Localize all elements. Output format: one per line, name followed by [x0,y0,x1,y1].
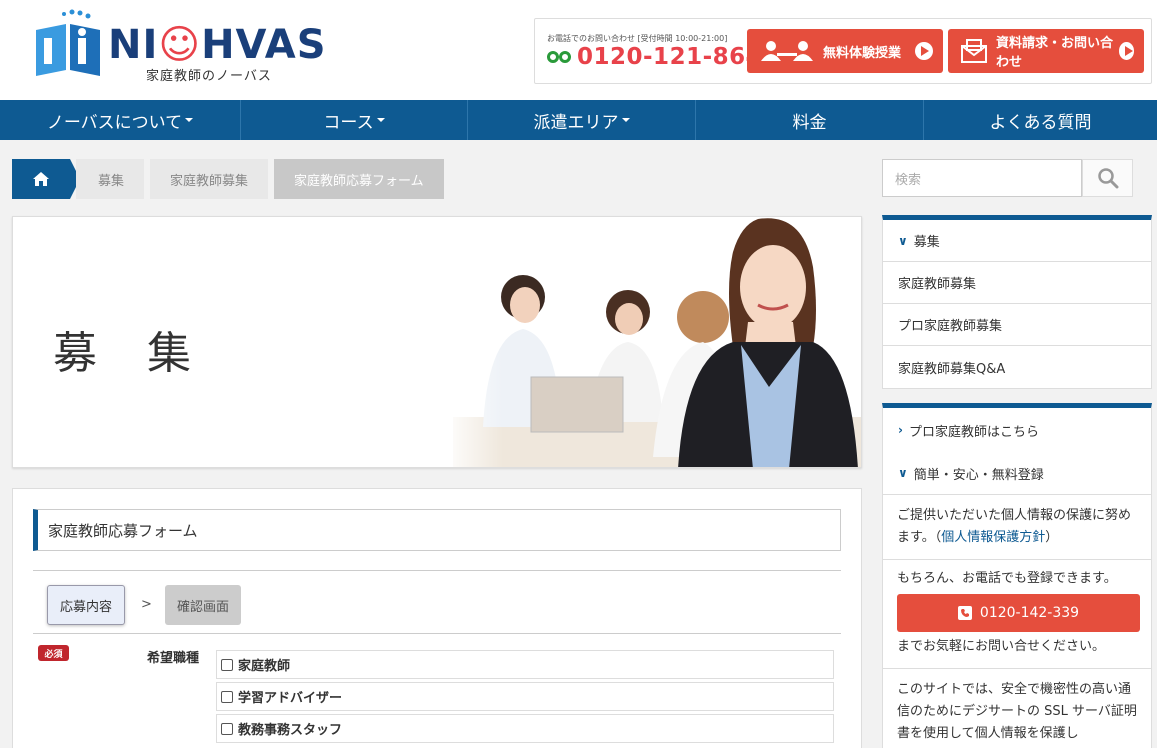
breadcrumb-home[interactable] [12,159,80,199]
search-input[interactable]: 検索 [882,159,1082,197]
caret-down-icon [185,118,194,122]
sidebar-menu-heading[interactable]: ∨ 募集 [883,220,1151,262]
sidebar-item-recruit-faq[interactable]: 家庭教師募集Q&A [883,346,1151,388]
inquiry-button[interactable]: 資料請求・お問い合わせ [948,29,1144,73]
site-header: NI☺HVAS 家庭教師のノーバス お電話でのお問い合わせ [受付時間 10:0… [0,0,1157,100]
nav-about[interactable]: ノーバスについて [0,100,241,140]
form-heading: 家庭教師応募フォーム [33,509,841,551]
phone-intro: もちろん、お電話でも登録できます。 [897,571,1117,586]
home-icon [33,172,49,186]
step-input: 応募内容 [47,585,125,625]
contact-box: お電話でのお問い合わせ [受付時間 10:00-21:00] 0120-121-… [534,18,1152,84]
logo-subtitle: 家庭教師のノーバス [146,69,272,84]
envelope-icon [960,38,988,64]
caret-down-icon [621,118,630,122]
play-arrow-icon [915,42,933,60]
job-option-advisor[interactable]: 学習アドバイザー [216,682,834,711]
step-confirm: 確認画面 [165,585,241,625]
checkbox[interactable] [221,658,233,671]
chevron-right-icon: › [898,423,903,437]
job-option-tutor[interactable]: 家庭教師 [216,650,834,679]
play-arrow-icon [1118,42,1134,60]
sidebar-item-tutor-recruit[interactable]: 家庭教師募集 [883,262,1151,304]
phone-hours-note: お電話でのお問い合わせ [受付時間 10:00-21:00] [547,34,728,43]
phone-register-block: もちろん、お電話でも登録できます。 0120-142-339 までお気軽にお問い… [883,559,1151,668]
lesson-icon [759,39,815,63]
chevron-down-icon: ∨ [898,466,908,480]
required-badge: 必須 [38,645,69,661]
logo-wordmark: NI☺HVAS [108,22,327,68]
sidebar-pro-link[interactable]: › プロ家庭教師はこちら [883,408,1151,452]
desired-job-label: 希望職種 [147,651,200,666]
divider [33,570,841,571]
breadcrumb: 募集 家庭教師募集 家庭教師応募フォーム [12,159,444,199]
breadcrumb-current: 家庭教師応募フォーム [274,159,444,199]
phone-icon [957,606,972,620]
ssl-note: このサイトでは、安全で機密性の高い通信のためにデジサートの SSL サーバ証明書… [883,668,1151,748]
hero-banner: 募集 [12,216,862,468]
sidebar-item-pro-tutor-recruit[interactable]: プロ家庭教師募集 [883,304,1151,346]
job-option-office-staff[interactable]: 教務事務スタッフ [216,714,834,743]
nav-price[interactable]: 料金 [696,100,924,140]
checkbox[interactable] [221,722,233,735]
sidebar-recruit-menu: ∨ 募集 家庭教師募集 プロ家庭教師募集 家庭教師募集Q&A [882,215,1152,389]
checkbox[interactable] [221,690,233,703]
logo-book-icon [36,9,100,76]
step-separator: > [141,597,152,612]
nav-course[interactable]: コース [241,100,468,140]
nav-faq[interactable]: よくある質問 [924,100,1157,140]
header-phone-number[interactable]: 0120-121-864 [577,44,762,70]
free-trial-label: 無料体験授業 [823,45,902,61]
sidebar-phone-button[interactable]: 0120-142-339 [897,594,1140,632]
nav-area[interactable]: 派遣エリア [468,100,696,140]
search-icon [1097,168,1118,189]
search-button[interactable] [1082,159,1133,197]
site-logo[interactable]: NI☺HVAS 家庭教師のノーバス [32,8,332,86]
sidebar-register-heading[interactable]: ∨ 簡単・安心・無料登録 [883,452,1151,494]
main-nav: ノーバスについて コース 派遣エリア 料金 よくある質問 [0,100,1157,140]
inquiry-label: 資料請求・お問い合わせ [996,36,1114,70]
phone-outro: までお気軽にお問い合せください。 [897,639,1106,654]
free-dial-icon [547,50,573,65]
chevron-down-icon: ∨ [898,233,908,248]
application-form-card: 家庭教師応募フォーム 応募内容 > 確認画面 必須 希望職種 家庭教師 学習アド… [12,488,862,748]
sidebar-register-box: › プロ家庭教師はこちら ∨ 簡単・安心・無料登録 ご提供いただいた個人情報の保護に… [882,403,1152,748]
privacy-note: ご提供いただいた個人情報の保護に努めます。（個人情報保護方針） [883,494,1151,559]
phone-row[interactable]: 0120-121-864 [547,44,762,70]
breadcrumb-tutor-recruit[interactable]: 家庭教師募集 [150,159,269,199]
privacy-policy-link[interactable]: 個人情報保護方針 [941,530,1045,545]
caret-down-icon [376,118,385,122]
breadcrumb-recruit[interactable]: 募集 [76,159,145,199]
free-trial-button[interactable]: 無料体験授業 [747,29,943,73]
divider [33,633,841,634]
hero-title: 募集 [53,328,241,379]
